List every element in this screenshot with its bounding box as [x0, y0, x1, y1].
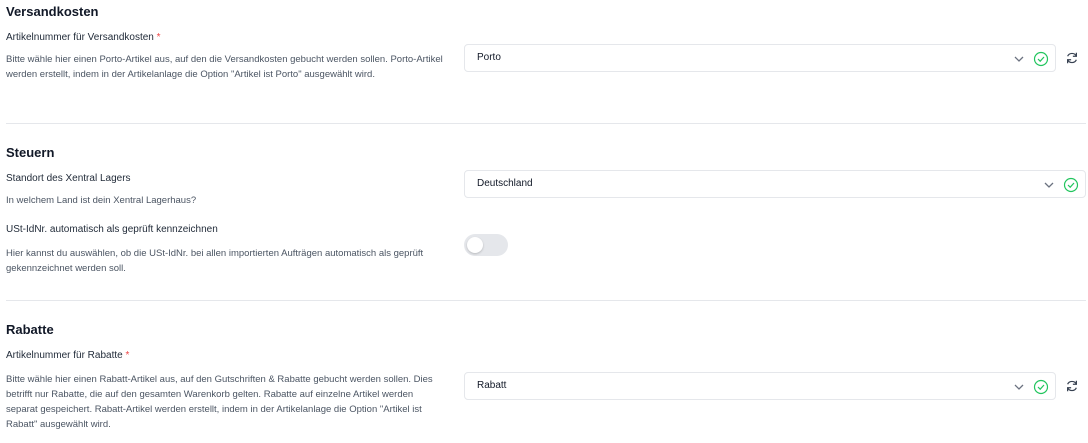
section-title: Steuern: [6, 145, 55, 160]
section-title: Versandkosten: [6, 4, 99, 19]
check-circle-icon: [1033, 51, 1049, 67]
field-label-rabatte: Artikelnummer für Rabatte *: [6, 350, 130, 361]
check-circle-icon: [1063, 177, 1079, 193]
select-standort[interactable]: Deutschland: [464, 170, 1086, 198]
select-value: Deutschland: [477, 178, 533, 189]
required-marker: *: [156, 32, 161, 43]
section-title: Rabatte: [6, 322, 54, 337]
section-divider: [6, 123, 1086, 124]
field-label-ust: USt-IdNr. automatisch als geprüft kennze…: [6, 224, 218, 235]
field-description: Hier kannst du auswählen, ob die USt-IdN…: [6, 248, 424, 274]
check-circle-icon: [1033, 379, 1049, 395]
field-description: In welchem Land ist dein Xentral Lagerha…: [6, 195, 197, 206]
toggle-knob: [467, 237, 483, 253]
select-rabatte[interactable]: Rabatt: [464, 372, 1056, 400]
field-description: Bitte wähle hier einen Rabatt-Artikel au…: [6, 374, 433, 430]
field-label-versandkosten: Artikelnummer für Versandkosten *: [6, 32, 161, 43]
required-marker: *: [125, 350, 130, 361]
chevron-down-icon[interactable]: [1043, 179, 1055, 191]
chevron-down-icon[interactable]: [1013, 53, 1025, 65]
field-description: Bitte wähle hier einen Porto-Artikel aus…: [6, 54, 443, 80]
ust-toggle[interactable]: [464, 234, 508, 256]
select-value: Rabatt: [477, 380, 507, 391]
refresh-icon[interactable]: [1065, 51, 1079, 65]
select-versandkosten[interactable]: Porto: [464, 44, 1056, 72]
refresh-icon[interactable]: [1065, 379, 1079, 393]
section-divider: [6, 300, 1086, 301]
field-label-standort: Standort des Xentral Lagers: [6, 173, 131, 184]
chevron-down-icon[interactable]: [1013, 381, 1025, 393]
select-value: Porto: [477, 52, 501, 63]
